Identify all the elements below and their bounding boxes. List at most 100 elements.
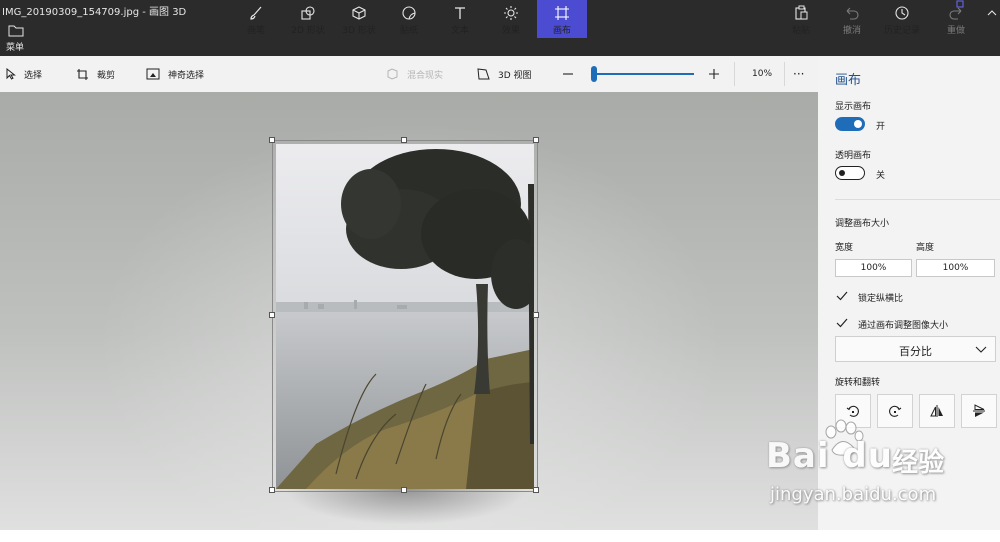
magic-select-label: 神奇选择 bbox=[168, 70, 205, 81]
select-label: 选择 bbox=[24, 70, 43, 81]
undo-label: 撤消 bbox=[842, 26, 861, 36]
zoom-in-button[interactable] bbox=[708, 56, 728, 92]
tool-2d-shapes[interactable]: 2D 形状 bbox=[286, 0, 330, 38]
redo-button[interactable]: 重做 bbox=[938, 0, 974, 38]
crop-button[interactable]: 裁剪 bbox=[76, 56, 115, 92]
show-canvas-state: 开 bbox=[876, 122, 886, 132]
tool-label: 贴纸 bbox=[399, 26, 418, 36]
width-field[interactable]: 100% bbox=[835, 259, 912, 277]
transparent-canvas-toggle[interactable] bbox=[835, 166, 865, 180]
more-icon: ··· bbox=[793, 67, 805, 81]
height-label: 高度 bbox=[916, 243, 935, 253]
3d-view-label: 3D 视图 bbox=[498, 70, 532, 81]
lock-aspect-label: 锁定纵横比 bbox=[858, 294, 904, 304]
paste-label: 粘贴 bbox=[791, 26, 810, 36]
mixed-reality-icon bbox=[387, 68, 398, 80]
divider bbox=[734, 62, 735, 86]
panel-title: 画布 bbox=[835, 73, 862, 88]
divider bbox=[835, 199, 1000, 200]
canvas-toolbar: 选择 裁剪 神奇选择 混合现实 3D 视图 10% ··· bbox=[0, 56, 818, 93]
mixed-reality-button[interactable]: 混合现实 bbox=[386, 56, 443, 92]
stickers-icon bbox=[391, 5, 427, 21]
toggle-knob bbox=[839, 169, 845, 176]
flip-vertical-icon bbox=[973, 404, 985, 417]
tool-label: 画笔 bbox=[246, 26, 265, 36]
zoom-slider-thumb[interactable] bbox=[591, 66, 597, 82]
resize-handle[interactable] bbox=[269, 487, 275, 493]
toggle-knob bbox=[854, 120, 862, 128]
window-title: IMG_20190309_154709.jpg - 画图 3D bbox=[2, 7, 187, 18]
photo-shadow bbox=[284, 489, 528, 525]
watermark-brand: Bai du bbox=[766, 436, 893, 476]
resize-handle[interactable] bbox=[269, 312, 275, 318]
resize-handle[interactable] bbox=[533, 487, 539, 493]
unit-dropdown[interactable]: 百分比 bbox=[835, 336, 996, 362]
resize-handle[interactable] bbox=[401, 487, 407, 493]
collapse-ribbon-button[interactable] bbox=[984, 0, 1000, 38]
show-canvas-label: 显示画布 bbox=[835, 102, 872, 112]
menu-button[interactable]: 菜单 bbox=[0, 18, 36, 56]
rotate-right-icon bbox=[889, 405, 902, 417]
zoom-level[interactable]: 10% bbox=[752, 56, 772, 92]
rotate-heading: 旋转和翻转 bbox=[835, 378, 881, 388]
brush-icon bbox=[238, 5, 274, 21]
tool-label: 2D 形状 bbox=[291, 26, 325, 36]
canvas-icon bbox=[537, 5, 587, 21]
flip-horizontal-icon bbox=[930, 405, 943, 417]
2d-shapes-icon bbox=[286, 5, 330, 21]
3d-shapes-icon bbox=[337, 5, 381, 21]
resize-image-checkbox[interactable] bbox=[835, 316, 849, 330]
resize-heading: 调整画布大小 bbox=[835, 219, 890, 229]
undo-button[interactable]: 撤消 bbox=[834, 0, 870, 38]
chevron-up-icon bbox=[984, 5, 1000, 21]
tool-brushes[interactable]: 画笔 bbox=[238, 0, 274, 38]
crop-label: 裁剪 bbox=[97, 70, 116, 81]
tool-stickers[interactable]: 贴纸 bbox=[391, 0, 427, 38]
more-button[interactable]: ··· bbox=[793, 56, 804, 92]
menu-label: 菜单 bbox=[6, 43, 25, 53]
3d-view-icon bbox=[477, 68, 490, 80]
tool-label: 文本 bbox=[450, 26, 469, 36]
3d-view-button[interactable]: 3D 视图 bbox=[477, 56, 532, 92]
tool-effects[interactable]: 效果 bbox=[493, 0, 529, 38]
resize-handle[interactable] bbox=[269, 137, 275, 143]
effects-icon bbox=[493, 5, 529, 21]
tool-3d-shapes[interactable]: 3D 形状 bbox=[337, 0, 381, 38]
select-button[interactable]: 选择 bbox=[6, 56, 42, 92]
show-canvas-toggle[interactable] bbox=[835, 117, 865, 131]
resize-handle[interactable] bbox=[533, 137, 539, 143]
resize-handle[interactable] bbox=[533, 312, 539, 318]
rotate-left-icon bbox=[846, 405, 859, 417]
height-field[interactable]: 100% bbox=[916, 259, 995, 277]
history-icon bbox=[880, 5, 924, 21]
zoom-out-button[interactable] bbox=[562, 56, 582, 92]
zoom-slider-track[interactable] bbox=[592, 73, 694, 75]
tool-label: 画布 bbox=[552, 26, 571, 36]
paste-button[interactable]: 粘贴 bbox=[784, 0, 818, 38]
plus-icon bbox=[709, 69, 719, 79]
magic-select-icon bbox=[146, 68, 160, 80]
resize-handle[interactable] bbox=[401, 137, 407, 143]
lock-aspect-checkbox[interactable] bbox=[835, 289, 849, 303]
resize-image-label: 通过画布调整图像大小 bbox=[858, 321, 949, 331]
paste-icon bbox=[784, 5, 818, 21]
tool-label: 3D 形状 bbox=[342, 26, 376, 36]
width-label: 宽度 bbox=[835, 243, 854, 253]
mixed-reality-label: 混合现实 bbox=[407, 70, 444, 81]
redo-label: 重做 bbox=[946, 26, 965, 36]
history-button[interactable]: 历史记录 bbox=[880, 0, 924, 38]
zoom-level-value: 10% bbox=[752, 69, 773, 79]
transparent-canvas-state: 关 bbox=[876, 171, 886, 181]
transparent-canvas-label: 透明画布 bbox=[835, 151, 872, 161]
tool-label: 效果 bbox=[501, 26, 520, 36]
divider bbox=[784, 62, 785, 86]
chevron-down-icon bbox=[975, 346, 987, 353]
magic-select-button[interactable]: 神奇选择 bbox=[146, 56, 204, 92]
tool-text[interactable]: 文本 bbox=[442, 0, 478, 38]
watermark-url: jingyan.baidu.com bbox=[770, 484, 937, 505]
undo-icon bbox=[834, 5, 870, 21]
unit-dropdown-value: 百分比 bbox=[899, 345, 932, 358]
tool-canvas[interactable]: 画布 bbox=[537, 0, 587, 38]
cursor-icon bbox=[6, 68, 16, 80]
watermark-cn: 经验 bbox=[892, 448, 945, 478]
